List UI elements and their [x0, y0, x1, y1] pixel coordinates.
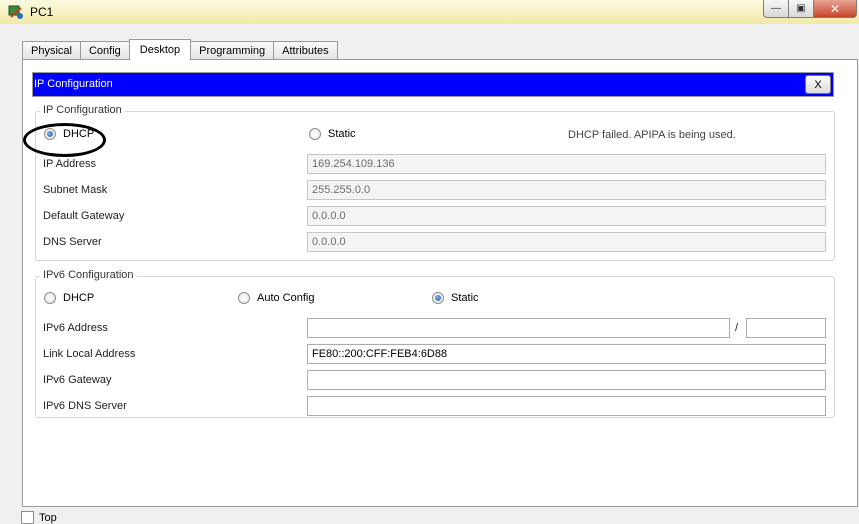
- ipv6-dhcp-option[interactable]: DHCP: [44, 292, 94, 304]
- prefix-separator: /: [735, 322, 739, 334]
- pc-app-icon: [8, 5, 23, 19]
- minimize-icon: —: [771, 3, 781, 14]
- ipv6-static-option[interactable]: Static: [432, 292, 479, 304]
- window-title-bar: PC1 — ▣ ✕: [0, 0, 859, 24]
- ipv6-auto-config-label: Auto Config: [257, 292, 315, 304]
- ip-address-field[interactable]: 169.254.109.136: [307, 154, 826, 174]
- tab-physical[interactable]: Physical: [22, 41, 81, 60]
- ipv6-dns-server-label: IPv6 DNS Server: [43, 400, 127, 412]
- ipv6-dhcp-radio[interactable]: [44, 292, 56, 304]
- ipv6-auto-config-radio[interactable]: [238, 292, 250, 304]
- ipv4-static-label: Static: [328, 128, 356, 140]
- window-title: PC1: [30, 5, 54, 19]
- restore-icon: ▣: [796, 3, 806, 14]
- top-checkbox[interactable]: [21, 511, 34, 524]
- top-option[interactable]: Top: [21, 511, 57, 524]
- ipv6-config-group: IPv6 Configuration DHCP Auto Config Stat…: [35, 269, 835, 418]
- tab-programming[interactable]: Programming: [190, 41, 275, 60]
- ipv6-dhcp-label: DHCP: [63, 292, 95, 304]
- tab-config[interactable]: Config: [79, 41, 130, 60]
- ipv6-prefix-length-field[interactable]: [746, 318, 826, 338]
- ipv6-gateway-field[interactable]: [307, 370, 826, 390]
- close-ip-config-button[interactable]: X: [805, 75, 831, 94]
- ip-configuration-title: IP Configuration: [34, 78, 113, 90]
- tab-attributes[interactable]: Attributes: [273, 41, 338, 60]
- ipv6-address-field[interactable]: [307, 318, 730, 338]
- ipv4-dhcp-option[interactable]: DHCP: [44, 128, 94, 140]
- ipv6-static-radio[interactable]: [432, 292, 444, 304]
- maximize-button[interactable]: ▣: [788, 0, 814, 18]
- close-icon: ✕: [829, 1, 841, 16]
- ipv4-dhcp-radio[interactable]: [44, 128, 56, 140]
- link-local-address-label: Link Local Address: [43, 348, 136, 360]
- desktop-panel: IP Configuration X IP Configuration DHCP…: [22, 59, 858, 507]
- tab-desktop[interactable]: Desktop: [128, 39, 192, 60]
- ipv6-gateway-label: IPv6 Gateway: [43, 374, 112, 386]
- subnet-mask-label: Subnet Mask: [43, 184, 108, 196]
- top-checkbox-label: Top: [39, 511, 57, 524]
- tab-bar: Physical Config Desktop Programming Attr…: [22, 39, 338, 60]
- ipv4-static-option[interactable]: Static: [309, 128, 356, 140]
- dhcp-status-text: DHCP failed. APIPA is being used.: [568, 129, 736, 141]
- ipv6-auto-config-option[interactable]: Auto Config: [238, 292, 314, 304]
- default-gateway-field[interactable]: 0.0.0.0: [307, 206, 826, 226]
- link-local-address-field[interactable]: FE80::200:CFF:FEB4:6D88: [307, 344, 826, 364]
- ipv4-dhcp-label: DHCP: [63, 128, 95, 140]
- dns-server-field[interactable]: 0.0.0.0: [307, 232, 826, 252]
- ipv4-group-title: IP Configuration: [40, 104, 125, 116]
- minimize-button[interactable]: —: [763, 0, 789, 18]
- ip-address-label: IP Address: [43, 158, 96, 170]
- ipv6-address-label: IPv6 Address: [43, 322, 108, 334]
- ipv6-group-title: IPv6 Configuration: [40, 269, 137, 281]
- default-gateway-label: Default Gateway: [43, 210, 125, 222]
- close-window-button[interactable]: ✕: [813, 0, 857, 18]
- ipv4-static-radio[interactable]: [309, 128, 321, 140]
- ipv6-static-label: Static: [451, 292, 479, 304]
- dns-server-label: DNS Server: [43, 236, 102, 248]
- ip-configuration-header: IP Configuration X: [32, 72, 834, 97]
- subnet-mask-field[interactable]: 255.255.0.0: [307, 180, 826, 200]
- ipv4-config-group: IP Configuration DHCP Static DHCP failed…: [35, 104, 835, 261]
- ipv6-dns-server-field[interactable]: [307, 396, 826, 416]
